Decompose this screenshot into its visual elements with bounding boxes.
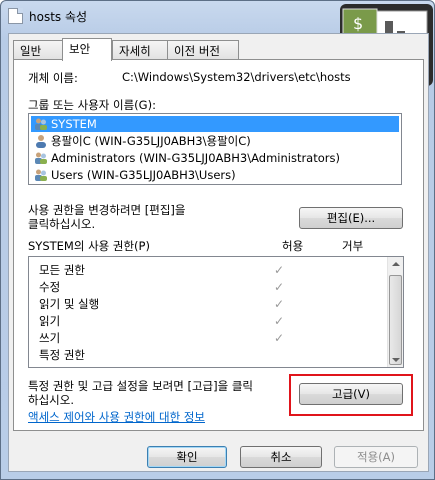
list-item[interactable]: Administrators (WIN-G35LJJ0ABH3\Administ… bbox=[31, 150, 340, 166]
allow-check-icon: ✓ bbox=[274, 331, 285, 345]
user-group-icon bbox=[35, 152, 47, 164]
object-name-value: C:\Windows\System32\drivers\etc\hosts bbox=[122, 70, 350, 84]
tab-general[interactable]: 일반 bbox=[13, 40, 63, 59]
list-item[interactable]: Users (WIN-G35LJJ0ABH3\Users) bbox=[31, 167, 236, 183]
user-group-icon bbox=[35, 118, 47, 130]
allow-check-icon: ✓ bbox=[274, 314, 285, 328]
user-list[interactable]: SYSTEM 용팔이C (WIN-G35LJJ0ABH3\용팔이C) Admin… bbox=[28, 113, 402, 185]
tab-details[interactable]: 자세히 bbox=[112, 40, 168, 59]
group-user-label: 그룹 또는 사용자 이름(G): bbox=[28, 98, 156, 112]
edit-button[interactable]: 편집(E)... bbox=[299, 207, 403, 229]
scroll-down-icon[interactable] bbox=[392, 358, 400, 362]
permission-label: 특정 권한 bbox=[39, 348, 85, 362]
tab-security[interactable]: 보안 bbox=[62, 38, 112, 61]
vertical-scrollbar[interactable] bbox=[387, 257, 403, 367]
allow-check-icon: ✓ bbox=[274, 263, 285, 277]
object-name-label: 개체 이름: bbox=[28, 71, 78, 85]
permissions-title: SYSTEM의 사용 권한(P) bbox=[28, 239, 150, 253]
user-label: Users (WIN-G35LJJ0ABH3\Users) bbox=[51, 168, 236, 182]
security-panel: 개체 이름: C:\Windows\System32\drivers\etc\h… bbox=[13, 59, 424, 431]
advanced-button[interactable]: 고급(V) bbox=[299, 383, 403, 405]
list-item[interactable]: SYSTEM bbox=[31, 116, 399, 132]
advanced-hint: 특정 권한 및 고급 설정을 보려면 [고급]을 클릭 하십시오. bbox=[28, 379, 253, 407]
list-item[interactable]: 용팔이C (WIN-G35LJJ0ABH3\용팔이C) bbox=[31, 133, 251, 149]
window-title: hosts 속성 bbox=[29, 10, 88, 24]
user-label: Administrators (WIN-G35LJJ0ABH3\Administ… bbox=[51, 151, 340, 165]
permission-label: 수정 bbox=[39, 280, 61, 294]
tab-previous-versions[interactable]: 이전 버전 bbox=[167, 40, 239, 59]
cancel-button[interactable]: 취소 bbox=[240, 446, 322, 468]
scroll-thumb[interactable] bbox=[389, 275, 402, 365]
permission-label: 읽기 및 실행 bbox=[39, 297, 100, 311]
properties-window: hosts 속성 $ $ $ 일반 보안 자세히 이전 버전 개체 이름: C:… bbox=[0, 0, 435, 480]
edit-hint: 사용 권한을 변경하려면 [편집]을 클릭하십시오. bbox=[28, 203, 186, 231]
apply-button[interactable]: 적용(A) bbox=[334, 446, 418, 468]
svg-text:$: $ bbox=[353, 14, 363, 33]
deny-header: 거부 bbox=[342, 239, 364, 253]
permission-label: 읽기 bbox=[39, 314, 61, 328]
scroll-up-icon[interactable] bbox=[392, 262, 400, 266]
help-link[interactable]: 액세스 제어와 사용 권한에 대한 정보 bbox=[28, 409, 205, 425]
dialog-body: 일반 보안 자세히 이전 버전 개체 이름: C:\Windows\System… bbox=[8, 33, 429, 472]
permission-label: 모든 권한 bbox=[39, 263, 85, 277]
file-icon bbox=[8, 8, 23, 24]
user-group-icon bbox=[35, 169, 47, 181]
allow-check-icon: ✓ bbox=[274, 297, 285, 311]
user-label: 용팔이C (WIN-G35LJJ0ABH3\용팔이C) bbox=[51, 134, 251, 148]
user-icon bbox=[36, 135, 46, 148]
permission-label: 쓰기 bbox=[39, 331, 61, 345]
ok-button[interactable]: 확인 bbox=[147, 446, 227, 468]
allow-check-icon: ✓ bbox=[274, 280, 285, 294]
allow-header: 허용 bbox=[282, 239, 304, 253]
user-label: SYSTEM bbox=[51, 117, 97, 131]
permissions-list[interactable]: 모든 권한 ✓ 수정 ✓ 읽기 및 실행 ✓ 읽기 ✓ 쓰기 ✓ 특정 권한 bbox=[28, 256, 404, 368]
